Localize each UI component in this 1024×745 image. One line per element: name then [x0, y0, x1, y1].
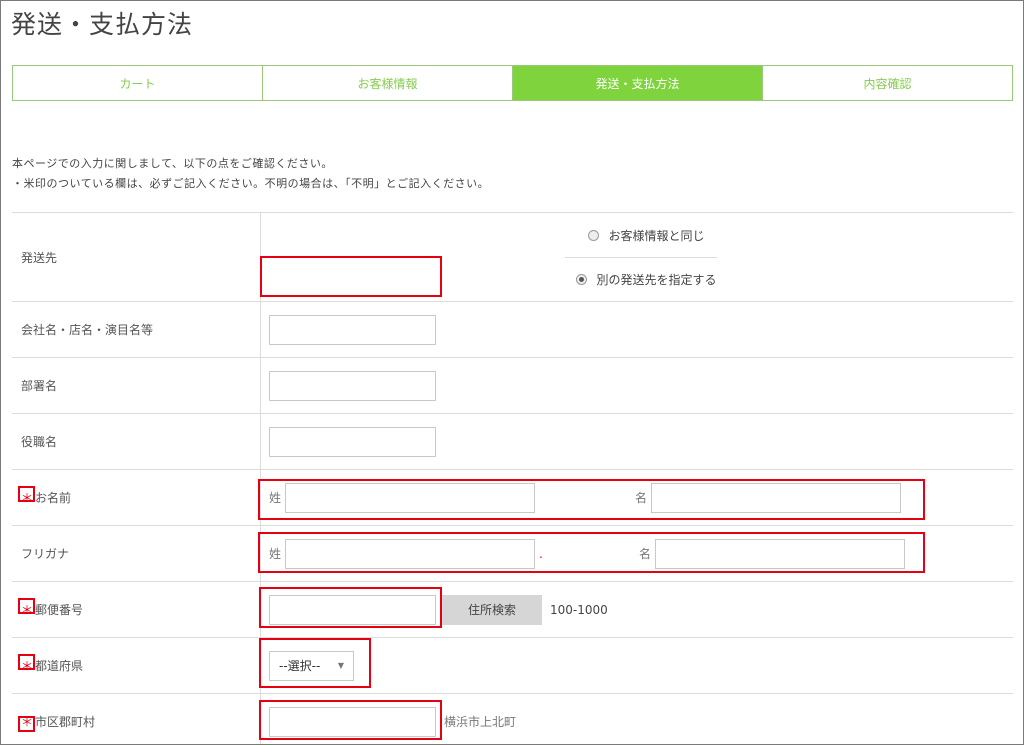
required-mark: ＊: [21, 491, 34, 505]
zip-example: 100-1000: [550, 602, 608, 617]
zip-input[interactable]: [269, 594, 436, 625]
notice-line-1: 本ページでの入力に関しまして、以下の点をご確認ください。: [12, 157, 333, 170]
company-input[interactable]: [269, 314, 436, 345]
first-name-input[interactable]: [651, 482, 902, 513]
page-frame: 発送・支払方法 カート お客様情報 発送・支払方法 内容確認 本ページでの入力に…: [0, 0, 1024, 745]
step-confirm: 内容確認: [763, 66, 1012, 100]
shipping-options: お客様情報と同じ 別の発送先を指定する: [260, 213, 1013, 301]
kana-first-prefix: 名: [639, 547, 652, 561]
row-shipping-destination: 発送先 お客様情報と同じ 別の発送先を指定する: [12, 213, 1013, 302]
department-label: 部署名: [21, 379, 58, 393]
kana-label: フリガナ: [21, 547, 70, 561]
checkout-steps: カート お客様情報 発送・支払方法 内容確認: [12, 65, 1013, 101]
zip-label: 郵便番号: [35, 603, 84, 617]
notice-line-2: ・米印のついている欄は、必ずご記入ください。不明の場合は、「不明」とご記入くださ…: [12, 177, 490, 190]
option-other-label: 別の発送先を指定する: [596, 273, 717, 287]
radio-other[interactable]: [576, 274, 588, 285]
prefecture-label: 都道府県: [35, 659, 84, 673]
position-label: 役職名: [21, 435, 58, 449]
name-label: お名前: [35, 491, 72, 505]
required-mark: ＊: [21, 715, 34, 729]
address-search-button[interactable]: 住所検索: [442, 594, 542, 625]
department-input[interactable]: [269, 370, 436, 401]
position-input[interactable]: [269, 426, 436, 457]
row-position: 役職名: [12, 414, 1013, 470]
kana-last-input[interactable]: [285, 538, 536, 569]
last-name-prefix: 姓: [269, 491, 282, 505]
row-name: ＊ お名前 姓 名: [12, 470, 1013, 526]
option-same-label: お客様情報と同じ: [608, 228, 705, 243]
option-other-destination[interactable]: 別の発送先を指定する: [565, 257, 717, 301]
prefecture-selected: --選択--: [279, 659, 321, 673]
city-example: 横浜市上北町: [444, 715, 517, 729]
last-name-input[interactable]: [285, 482, 536, 513]
radio-same[interactable]: [588, 229, 600, 241]
row-zip: ＊ 郵便番号 住所検索 100-1000: [12, 582, 1013, 638]
prefecture-select[interactable]: --選択-- ▼: [269, 650, 354, 681]
option-same-as-customer[interactable]: お客様情報と同じ: [577, 213, 705, 257]
step-customer-info[interactable]: お客様情報: [263, 66, 513, 100]
step-cart[interactable]: カート: [13, 66, 263, 100]
required-mark: ＊: [21, 603, 34, 617]
row-prefecture: ＊ 都道府県 --選択-- ▼: [12, 638, 1013, 694]
kana-separator: .: [539, 546, 543, 561]
shipping-form: 発送先 お客様情報と同じ 別の発送先を指定する 会社名・店名・演目名等 部署名: [12, 212, 1013, 744]
chevron-down-icon: ▼: [337, 661, 344, 670]
step-shipping-payment: 発送・支払方法: [513, 66, 763, 100]
row-city: ＊ 市区郡町村 横浜市上北町: [12, 694, 1013, 744]
company-label: 会社名・店名・演目名等: [21, 323, 154, 337]
city-input[interactable]: [269, 706, 436, 737]
first-name-prefix: 名: [635, 491, 648, 505]
shipping-label: 発送先: [21, 250, 58, 265]
kana-first-input[interactable]: [655, 538, 906, 569]
row-department: 部署名: [12, 358, 1013, 414]
kana-last-prefix: 姓: [269, 547, 282, 561]
row-kana: フリガナ 姓 . 名: [12, 526, 1013, 582]
notice: 本ページでの入力に関しまして、以下の点をご確認ください。 ・米印のついている欄は…: [12, 154, 489, 194]
required-mark: ＊: [21, 659, 34, 673]
row-company: 会社名・店名・演目名等: [12, 302, 1013, 358]
city-label: 市区郡町村: [35, 715, 96, 729]
page-title: 発送・支払方法: [11, 10, 194, 39]
